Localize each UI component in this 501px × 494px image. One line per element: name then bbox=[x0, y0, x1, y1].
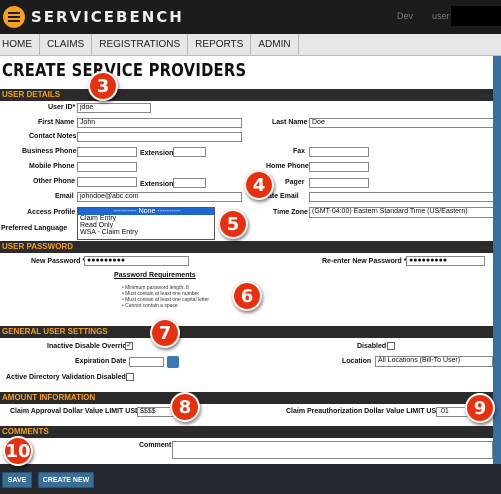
nav-reports[interactable]: REPORTS bbox=[188, 34, 252, 55]
environment-label: Dev bbox=[397, 11, 414, 21]
location-label: Location bbox=[342, 358, 372, 365]
email-input[interactable]: johndoe@abc.com bbox=[77, 192, 242, 202]
fax-label: Fax bbox=[293, 148, 306, 155]
extension-label: Extension bbox=[140, 150, 174, 157]
calendar-icon[interactable] bbox=[167, 356, 179, 368]
redacted-user-name bbox=[451, 6, 501, 26]
callout-badge: 7 bbox=[150, 318, 180, 348]
section-general-settings: GENERAL USER SETTINGS bbox=[0, 326, 501, 338]
access-profile-dropdown[interactable]: ---------- None ---------- Claim Entry R… bbox=[77, 207, 215, 240]
reenter-password-input[interactable]: ●●●●●●●●● bbox=[406, 256, 485, 266]
time-zone-select[interactable]: (GMT-04:00) Eastern Standard Time (US/Ea… bbox=[309, 207, 495, 218]
nav-registrations[interactable]: REGISTRATIONS bbox=[92, 34, 189, 55]
logo-text: SERVICEBENCH bbox=[31, 8, 184, 26]
last-name-input[interactable]: Doe bbox=[309, 118, 495, 128]
email-label: Email bbox=[55, 193, 74, 200]
first-name-label: First Name bbox=[38, 119, 75, 126]
user-id-input[interactable]: jdoe bbox=[77, 103, 151, 113]
other-extension-input[interactable] bbox=[173, 178, 206, 188]
last-name-label: Last Name bbox=[272, 119, 308, 126]
user-label[interactable]: user bbox=[432, 11, 450, 21]
servicebench-logo-icon bbox=[3, 6, 25, 28]
approval-limit-label: Claim Approval Dollar Value LIMIT USD bbox=[10, 408, 141, 415]
expiration-date-label: Expiration Date bbox=[75, 358, 127, 365]
contact-notes-input[interactable] bbox=[77, 132, 242, 142]
callout-badge: 4 bbox=[244, 170, 274, 200]
save-button[interactable]: SAVE bbox=[2, 472, 32, 488]
main-nav: HOME CLAIMS REGISTRATIONS REPORTS ADMIN bbox=[0, 34, 501, 56]
business-phone-input[interactable] bbox=[77, 147, 137, 157]
app-frame: SERVICEBENCH Dev user HOME CLAIMS REGIST… bbox=[0, 0, 501, 494]
top-bar: SERVICEBENCH Dev user bbox=[0, 0, 501, 34]
pager-input[interactable] bbox=[309, 178, 369, 188]
section-comments: COMMENTS bbox=[0, 426, 501, 438]
time-zone-label: Time Zone bbox=[273, 209, 308, 216]
callout-badge: 10 bbox=[3, 436, 33, 466]
reenter-password-label: Re-enter New Password * bbox=[322, 258, 407, 265]
alternate-email-label: ate Email bbox=[268, 193, 299, 200]
new-password-label: New Password * bbox=[31, 258, 86, 265]
pager-label: Pager bbox=[285, 179, 305, 186]
disabled-checkbox[interactable] bbox=[387, 342, 395, 350]
nav-home[interactable]: HOME bbox=[0, 34, 40, 55]
preferred-language-label: Preferred Language bbox=[1, 225, 68, 232]
callout-badge: 8 bbox=[170, 392, 200, 422]
access-profile-option[interactable]: Read Only bbox=[78, 222, 214, 229]
mobile-phone-label: Mobile Phone bbox=[29, 163, 75, 170]
contact-notes-label: Contact Notes bbox=[29, 133, 77, 140]
extension2-label: Extension bbox=[140, 181, 174, 188]
user-id-label: User ID* bbox=[48, 104, 76, 111]
new-password-input[interactable]: ●●●●●●●●● bbox=[84, 256, 189, 266]
location-select[interactable]: All Locations (Bill-To User) bbox=[375, 356, 493, 367]
disabled-label: Disabled bbox=[357, 343, 387, 350]
access-profile-option[interactable]: Claim Entry bbox=[78, 215, 214, 222]
ad-validation-checkbox[interactable] bbox=[126, 373, 134, 381]
page-title: CREATE SERVICE PROVIDERS bbox=[2, 60, 247, 81]
alternate-email-input[interactable] bbox=[309, 192, 495, 202]
inactive-override-checkbox[interactable]: ✓ bbox=[125, 342, 133, 350]
callout-badge: 6 bbox=[232, 281, 262, 311]
access-profile-option[interactable]: ---------- None ---------- bbox=[78, 208, 214, 215]
business-phone-label: Business Phone bbox=[22, 148, 77, 155]
section-user-password: USER PASSWORD bbox=[0, 241, 501, 253]
first-name-input[interactable]: John bbox=[77, 118, 242, 128]
callout-badge: 3 bbox=[88, 71, 118, 101]
nav-admin[interactable]: ADMIN bbox=[251, 34, 299, 55]
mobile-phone-input[interactable] bbox=[77, 162, 137, 172]
comment-label: Comment bbox=[139, 442, 172, 449]
nav-claims[interactable]: CLAIMS bbox=[40, 34, 93, 55]
business-extension-input[interactable] bbox=[173, 147, 206, 157]
access-profile-label: Access Profile bbox=[27, 209, 76, 216]
other-phone-label: Other Phone bbox=[33, 178, 76, 185]
fax-input[interactable] bbox=[309, 147, 369, 157]
callout-badge: 5 bbox=[218, 209, 248, 239]
access-profile-option[interactable]: WSA - Claim Entry bbox=[78, 229, 214, 236]
other-phone-input[interactable] bbox=[77, 177, 137, 187]
callout-badge: 9 bbox=[465, 393, 495, 423]
create-new-button[interactable]: CREATE NEW bbox=[38, 472, 94, 488]
home-phone-input[interactable] bbox=[309, 162, 369, 172]
inactive-override-label: Inactive Disable Override bbox=[47, 343, 131, 350]
section-amount-info: AMOUNT INFORMATION bbox=[0, 392, 501, 404]
preauth-limit-label: Claim Preauthorization Dollar Value LIMI… bbox=[286, 408, 442, 415]
password-requirement: • Cannot contain a space bbox=[122, 303, 178, 309]
section-user-details: USER DETAILS bbox=[0, 89, 501, 101]
home-phone-label: Home Phone bbox=[266, 163, 309, 170]
expiration-date-input[interactable] bbox=[129, 357, 164, 367]
comment-textarea[interactable] bbox=[172, 441, 493, 459]
ad-validation-label: Active Directory Validation Disabled bbox=[6, 374, 126, 381]
password-requirements-title: Password Requirements bbox=[114, 272, 196, 279]
